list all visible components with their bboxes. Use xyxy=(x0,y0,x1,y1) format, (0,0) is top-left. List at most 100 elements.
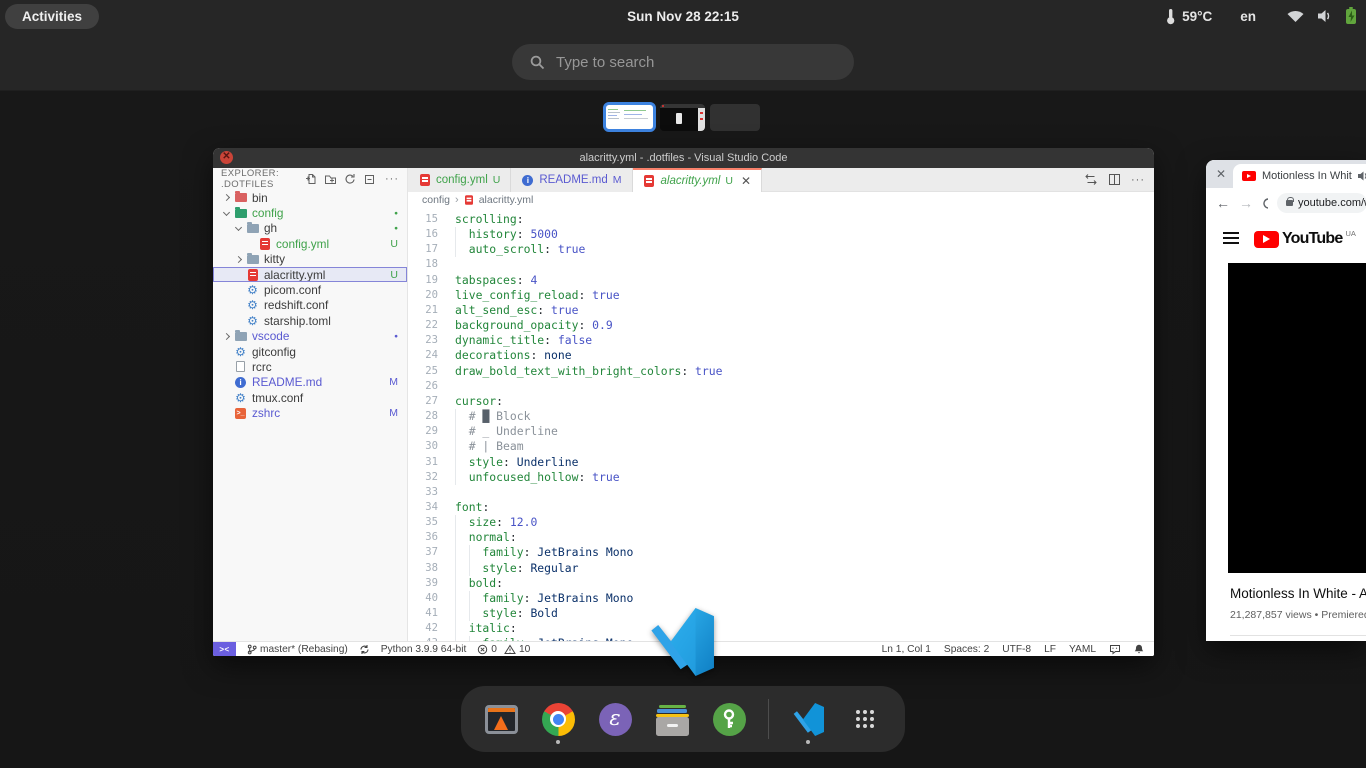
dock-item-chrome[interactable] xyxy=(538,693,578,745)
notifications-bell-icon[interactable] xyxy=(1134,644,1144,655)
clock[interactable]: Sun Nov 28 22:15 xyxy=(627,9,739,24)
system-status-area[interactable]: 59°C en xyxy=(1165,8,1356,25)
vscode-logo-large[interactable] xyxy=(648,608,716,676)
breadcrumb[interactable]: config › alacritty.yml xyxy=(408,192,1154,207)
dock-item-emacs[interactable]: ε xyxy=(595,693,635,745)
tree-item-zshrc[interactable]: >_zshrcM xyxy=(213,405,407,420)
code-line-27: 27cursor: xyxy=(408,394,1154,409)
feedback-icon[interactable] xyxy=(1109,644,1121,655)
tree-item-label: starship.toml xyxy=(264,314,331,328)
workspace-thumbnail-3[interactable] xyxy=(710,104,760,131)
chevron-spacer xyxy=(233,269,244,280)
youtube-favicon xyxy=(1242,171,1256,181)
remote-indicator[interactable]: >< xyxy=(213,642,236,656)
open-changes-icon[interactable] xyxy=(1084,173,1098,186)
tab-config.yml[interactable]: config.ymlU xyxy=(408,168,511,192)
tree-item-alacritty.yml[interactable]: alacritty.ymlU xyxy=(213,267,407,282)
tree-item-rcrc[interactable]: rcrc xyxy=(213,359,407,374)
python-interpreter-status[interactable]: Python 3.9.9 64-bit xyxy=(381,644,467,655)
dock-item-vscode[interactable] xyxy=(788,693,828,745)
tree-item-tmux.conf[interactable]: ⚙tmux.conf xyxy=(213,390,407,405)
status-encoding[interactable]: UTF-8 xyxy=(1002,644,1031,655)
code-line-17: 17 auto_scroll: true xyxy=(408,242,1154,257)
back-button[interactable]: ← xyxy=(1216,195,1230,211)
new-folder-icon[interactable] xyxy=(324,173,337,185)
tab-README.md[interactable]: iREADME.mdM xyxy=(511,168,632,192)
dock-item-passwords[interactable] xyxy=(709,693,749,745)
address-bar[interactable]: youtube.com/wa xyxy=(1277,193,1366,213)
tree-item-picom.conf[interactable]: ⚙picom.conf xyxy=(213,282,407,297)
tree-item-vscode[interactable]: vscode● xyxy=(213,329,407,344)
code-editor[interactable]: 15scrolling:16 history: 500017 auto_scro… xyxy=(408,207,1154,641)
url-text: youtube.com/wa xyxy=(1298,197,1366,209)
window-close-button[interactable]: ✕ xyxy=(220,151,233,164)
tab-alacritty.yml[interactable]: alacritty.ymlU✕ xyxy=(633,168,763,192)
code-line-29: 29 # _ Underline xyxy=(408,424,1154,439)
line-number: 15 xyxy=(408,212,455,227)
folder-icon xyxy=(234,330,247,343)
yaml-icon xyxy=(246,268,259,281)
search-placeholder: Type to search xyxy=(556,54,654,71)
editor-more-actions[interactable]: ··· xyxy=(1131,174,1145,186)
tree-item-kitty[interactable]: kitty xyxy=(213,252,407,267)
forward-button[interactable]: → xyxy=(1239,195,1253,211)
tree-item-gh[interactable]: gh● xyxy=(213,221,407,236)
refresh-icon[interactable] xyxy=(344,173,356,185)
collapse-folders-icon[interactable] xyxy=(363,173,375,185)
line-number: 37 xyxy=(408,545,455,560)
tree-item-config[interactable]: config● xyxy=(213,205,407,220)
tree-item-redshift.conf[interactable]: ⚙redshift.conf xyxy=(213,298,407,313)
chrome-active-tab[interactable]: Motionless In White - xyxy=(1233,164,1366,188)
status-language-mode[interactable]: YAML xyxy=(1069,644,1096,655)
app-grid-icon xyxy=(856,710,874,728)
search-input[interactable]: Type to search xyxy=(512,44,854,80)
split-editor-icon[interactable] xyxy=(1108,173,1121,186)
info-icon: i xyxy=(234,376,247,389)
breadcrumb-file[interactable]: alacritty.yml xyxy=(479,194,534,206)
temperature-label: 59°C xyxy=(1182,9,1212,24)
chevron-spacer xyxy=(233,300,244,311)
tree-item-config.yml[interactable]: config.ymlU xyxy=(213,236,407,251)
tree-item-gitconfig[interactable]: ⚙gitconfig xyxy=(213,344,407,359)
reload-button[interactable] xyxy=(1262,197,1268,210)
code-line-37: 37 family: JetBrains Mono xyxy=(408,545,1154,560)
youtube-menu-icon[interactable] xyxy=(1223,232,1239,244)
tab-label: alacritty.yml xyxy=(661,175,721,187)
status-cursor-position[interactable]: Ln 1, Col 1 xyxy=(882,644,931,655)
sync-button[interactable] xyxy=(359,644,370,655)
workspace-thumbnail-2[interactable] xyxy=(660,104,705,131)
status-indentation[interactable]: Spaces: 2 xyxy=(944,644,989,655)
dash-dock: ε xyxy=(461,686,905,752)
git-branch-status[interactable]: master* (Rebasing) xyxy=(247,644,348,655)
info-icon: i xyxy=(521,174,534,187)
activities-button[interactable]: Activities xyxy=(5,4,99,29)
explorer-more-actions[interactable]: ··· xyxy=(385,173,399,185)
vscode-titlebar[interactable]: ✕ alacritty.yml - .dotfiles - Visual Stu… xyxy=(213,148,1154,168)
code-line-32: 32 unfocused_hollow: true xyxy=(408,470,1154,485)
tab-close-icon[interactable]: ✕ xyxy=(741,175,751,187)
tree-item-starship.toml[interactable]: ⚙starship.toml xyxy=(213,313,407,328)
dock-item-alacritty[interactable] xyxy=(481,693,521,745)
tree-item-label: tmux.conf xyxy=(252,391,303,405)
dock-item-app-grid[interactable] xyxy=(845,693,885,745)
workspace-thumbnail-1[interactable] xyxy=(603,102,656,132)
tree-item-README.md[interactable]: iREADME.mdM xyxy=(213,375,407,390)
line-number: 19 xyxy=(408,273,455,288)
problems-status[interactable]: 0 10 xyxy=(477,644,530,655)
new-file-icon[interactable] xyxy=(305,173,317,185)
youtube-logo[interactable]: YouTube UA xyxy=(1254,229,1356,248)
line-number: 34 xyxy=(408,500,455,515)
code-line-22: 22background_opacity: 0.9 xyxy=(408,318,1154,333)
chrome-tab-title: Motionless In White - xyxy=(1262,170,1352,182)
git-status-badge: U xyxy=(390,269,407,281)
tree-item-bin[interactable]: bin xyxy=(213,190,407,205)
tab-audio-icon[interactable] xyxy=(1358,171,1366,181)
line-number: 17 xyxy=(408,242,455,257)
video-player[interactable] xyxy=(1228,263,1366,573)
status-eol[interactable]: LF xyxy=(1044,644,1056,655)
line-number: 29 xyxy=(408,424,455,439)
breadcrumb-folder[interactable]: config xyxy=(422,194,450,206)
dock-item-files[interactable] xyxy=(652,693,692,745)
other-tab-close-icon[interactable]: ✕ xyxy=(1216,168,1226,180)
video-title: Motionless In White - Anot xyxy=(1230,586,1366,601)
